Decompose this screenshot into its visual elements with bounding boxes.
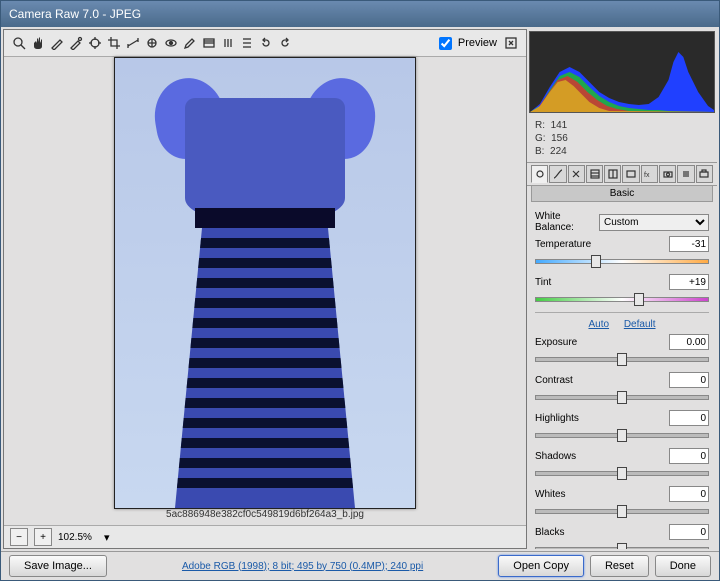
exposure-label: Exposure	[535, 337, 577, 348]
contrast-thumb[interactable]	[617, 391, 627, 404]
workflow-link[interactable]: Adobe RGB (1998); 8 bit; 495 by 750 (0.4…	[182, 561, 423, 572]
whites-input[interactable]	[669, 486, 709, 502]
wb-label: White Balance:	[535, 211, 595, 233]
histogram[interactable]	[529, 31, 715, 113]
tint-input[interactable]	[669, 274, 709, 290]
panel-header: Basic	[531, 186, 713, 202]
tab-curve[interactable]	[549, 165, 566, 183]
tab-hsl[interactable]	[586, 165, 603, 183]
radial-filter-tool-icon[interactable]	[219, 34, 237, 52]
highlights-label: Highlights	[535, 413, 579, 424]
adjustment-brush-tool-icon[interactable]	[181, 34, 199, 52]
blacks-label: Blacks	[535, 527, 564, 538]
tint-label: Tint	[535, 277, 551, 288]
auto-link[interactable]: Auto	[588, 319, 609, 330]
main-area: Preview 5ac886948e382cf0c549819d6bf	[1, 27, 719, 551]
tint-thumb[interactable]	[634, 293, 644, 306]
preview-label: Preview	[458, 37, 497, 49]
window-title: Camera Raw 7.0 - JPEG	[9, 7, 141, 21]
rgb-readout: R: 141 G: 156 B: 224	[527, 115, 717, 163]
default-link[interactable]: Default	[624, 319, 656, 330]
toolbar: Preview	[4, 30, 526, 57]
fullscreen-toggle-icon[interactable]	[502, 34, 520, 52]
save-image-button[interactable]: Save Image...	[9, 555, 107, 577]
open-copy-button[interactable]: Open Copy	[498, 555, 584, 577]
right-pane: R: 141 G: 156 B: 224 fx Basic White Bal	[527, 29, 717, 549]
preferences-tool-icon[interactable]	[238, 34, 256, 52]
reset-button[interactable]: Reset	[590, 555, 649, 577]
exposure-thumb[interactable]	[617, 353, 627, 366]
graduated-filter-tool-icon[interactable]	[200, 34, 218, 52]
spot-removal-tool-icon[interactable]	[143, 34, 161, 52]
redeye-tool-icon[interactable]	[162, 34, 180, 52]
exposure-input[interactable]	[669, 334, 709, 350]
zoom-dropdown-icon[interactable]: ▾	[104, 531, 110, 544]
tab-camera[interactable]	[659, 165, 676, 183]
done-button[interactable]: Done	[655, 555, 711, 577]
crop-tool-icon[interactable]	[105, 34, 123, 52]
panel-tabs: fx	[527, 163, 717, 186]
zoom-out-button[interactable]: −	[10, 528, 28, 546]
image-preview	[114, 57, 416, 509]
zoom-in-button[interactable]: +	[34, 528, 52, 546]
basic-panel: White Balance: Custom Temperature Tint A…	[527, 202, 717, 549]
preview-check-input[interactable]	[439, 37, 452, 50]
temperature-label: Temperature	[535, 239, 591, 250]
image-canvas[interactable]	[4, 57, 526, 509]
tab-basic[interactable]	[531, 165, 548, 183]
tab-fx[interactable]: fx	[641, 165, 658, 183]
blacks-thumb[interactable]	[617, 543, 627, 549]
rotate-cw-icon[interactable]	[276, 34, 294, 52]
straighten-tool-icon[interactable]	[124, 34, 142, 52]
preview-checkbox[interactable]: Preview	[435, 34, 497, 53]
temperature-thumb[interactable]	[591, 255, 601, 268]
highlights-thumb[interactable]	[617, 429, 627, 442]
tab-presets[interactable]	[677, 165, 694, 183]
shadows-thumb[interactable]	[617, 467, 627, 480]
temperature-slider: Temperature	[535, 236, 709, 266]
shadows-label: Shadows	[535, 451, 576, 462]
tab-split[interactable]	[604, 165, 621, 183]
svg-text:fx: fx	[644, 172, 650, 179]
highlights-input[interactable]	[669, 410, 709, 426]
contrast-input[interactable]	[669, 372, 709, 388]
tint-slider: Tint	[535, 274, 709, 304]
blacks-input[interactable]	[669, 524, 709, 540]
tab-snapshots[interactable]	[696, 165, 713, 183]
zoom-tool-icon[interactable]	[10, 34, 28, 52]
tab-lens[interactable]	[622, 165, 639, 183]
title-bar: Camera Raw 7.0 - JPEG	[1, 1, 719, 27]
target-adjust-tool-icon[interactable]	[86, 34, 104, 52]
rotate-ccw-icon[interactable]	[257, 34, 275, 52]
tab-detail[interactable]	[568, 165, 585, 183]
zoom-value[interactable]: 102.5%	[58, 532, 98, 543]
wb-select[interactable]: Custom	[599, 214, 709, 231]
left-pane: Preview 5ac886948e382cf0c549819d6bf	[3, 29, 527, 549]
temperature-input[interactable]	[669, 236, 709, 252]
contrast-label: Contrast	[535, 375, 573, 386]
whites-label: Whites	[535, 489, 566, 500]
whites-thumb[interactable]	[617, 505, 627, 518]
shadows-input[interactable]	[669, 448, 709, 464]
filename-label: 5ac886948e382cf0c549819d6bf264a3_b.jpg	[4, 509, 526, 525]
white-balance-tool-icon[interactable]	[48, 34, 66, 52]
zoom-bar: − + 102.5% ▾	[4, 525, 526, 548]
app-window: Camera Raw 7.0 - JPEG	[0, 0, 720, 581]
hand-tool-icon[interactable]	[29, 34, 47, 52]
footer: Save Image... Adobe RGB (1998); 8 bit; 4…	[1, 551, 719, 580]
color-sampler-tool-icon[interactable]	[67, 34, 85, 52]
